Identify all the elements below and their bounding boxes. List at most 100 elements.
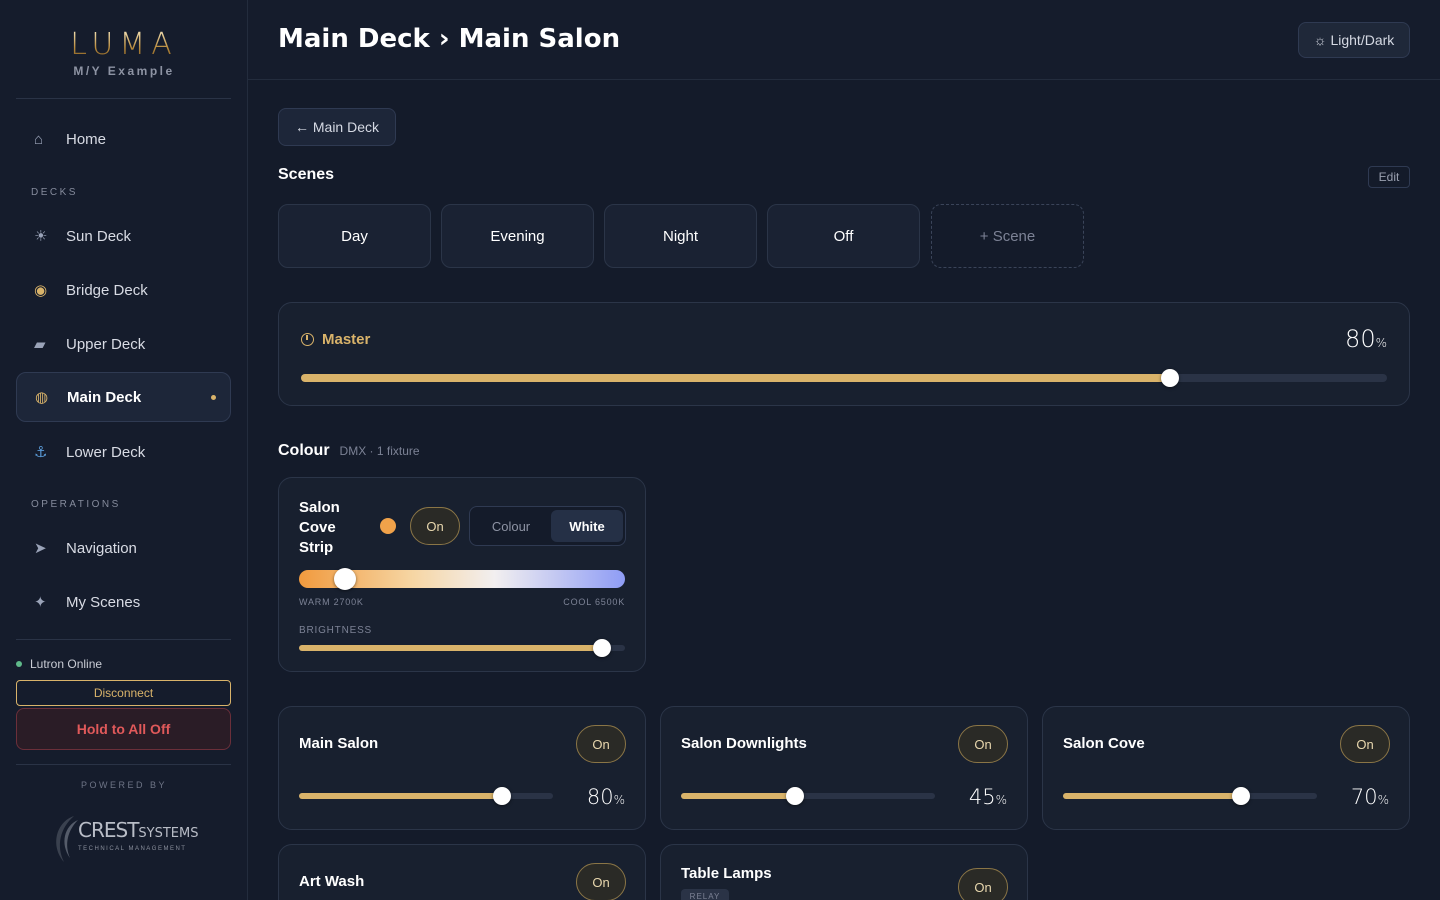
partner-name: CRESTSYSTEMS: [78, 818, 199, 842]
zone-percent: 70%: [1351, 785, 1389, 809]
status-dot-icon: [16, 661, 22, 667]
zone-slider[interactable]: [681, 787, 935, 805]
arrow-icon: ➤: [34, 540, 47, 557]
sidebar-item-lower-deck[interactable]: ⚓ Lower Deck: [16, 427, 231, 477]
master-slider[interactable]: [301, 369, 1387, 387]
sidebar-item-label: My Scenes: [66, 593, 141, 611]
slider-fill: [301, 374, 1170, 382]
sidebar-item-main-deck[interactable]: ◍ Main Deck: [16, 372, 231, 422]
sidebar-item-label: Upper Deck: [66, 335, 146, 353]
scenes-title: Scenes: [278, 166, 335, 183]
sidebar-item-navigation[interactable]: ➤ Navigation: [16, 523, 231, 573]
slider-handle[interactable]: [493, 787, 512, 805]
zone-card-main-salon: Main Salon On 80%: [278, 706, 646, 830]
zone-name: Salon Cove: [1063, 735, 1145, 752]
scene-night-button[interactable]: Night: [604, 204, 757, 268]
fixture-name-line: Cove: [299, 519, 336, 536]
powered-by-label: POWERED BY: [80, 780, 167, 790]
fixture-on-button[interactable]: On: [410, 507, 460, 545]
slider-handle[interactable]: [786, 787, 805, 805]
zone-unit: %: [1377, 793, 1389, 807]
slider-fill: [299, 793, 503, 799]
status-text: Lutron Online: [30, 657, 103, 671]
vessel-name: M/Y Example: [73, 64, 175, 78]
zone-on-button[interactable]: On: [576, 863, 626, 900]
slider-handle[interactable]: [1160, 369, 1179, 387]
master-value: 80: [1345, 325, 1376, 353]
scene-day-button[interactable]: Day: [278, 204, 431, 268]
fixture-name-line: Strip: [299, 539, 334, 556]
sidebar-item-upper-deck[interactable]: ▰ Upper Deck: [16, 319, 231, 369]
cool-label: COOL 6500K: [563, 597, 625, 607]
zone-card-table-lamps: Table Lamps RELAY On: [660, 844, 1028, 900]
zone-on-button[interactable]: On: [576, 725, 626, 763]
zone-slider[interactable]: [1063, 787, 1317, 805]
partner-name-main: CREST: [78, 818, 139, 842]
zone-unit: %: [995, 793, 1007, 807]
sidebar-divider: [16, 639, 231, 640]
power-icon: [301, 333, 314, 346]
dining-icon: ◍: [35, 389, 49, 406]
brightness-slider[interactable]: [299, 639, 625, 657]
slider-fill: [681, 793, 796, 799]
zone-card-art-wash: Art Wash On: [278, 844, 646, 900]
sidebar-item-my-scenes[interactable]: ✦ My Scenes: [16, 577, 231, 627]
crest-systems-logo: CRESTSYSTEMS TECHNICAL MANAGEMENT: [48, 812, 199, 864]
sidebar-item-label: Bridge Deck: [66, 281, 148, 299]
connection-status: Lutron Online: [16, 657, 102, 671]
zone-on-button[interactable]: On: [958, 725, 1008, 763]
colour-swatch[interactable]: [380, 518, 396, 534]
relay-badge: RELAY: [681, 889, 729, 900]
disconnect-button[interactable]: Disconnect: [16, 680, 231, 706]
sidebar-item-label: Navigation: [66, 539, 137, 557]
boat-icon: ▰: [34, 336, 46, 353]
scene-evening-button[interactable]: Evening: [441, 204, 594, 268]
slider-handle[interactable]: [1231, 787, 1250, 805]
colour-title-text: Colour: [278, 442, 330, 459]
sidebar-item-label: Sun Deck: [66, 227, 132, 245]
section-heading-decks: DECKS: [31, 187, 78, 198]
sparkle-icon: ✦: [34, 594, 47, 611]
colour-fixture-card: Salon Cove Strip On Colour White WARM 27…: [278, 477, 646, 672]
slider-fill: [1063, 793, 1241, 799]
sidebar-divider: [16, 764, 231, 765]
master-label-text: Master: [322, 331, 371, 348]
sun-icon: ☀: [34, 228, 48, 245]
scene-off-button[interactable]: Off: [767, 204, 920, 268]
anchor-icon: ⚓: [34, 444, 48, 461]
sidebar-item-home[interactable]: ⌂ Home: [16, 114, 231, 164]
zone-unit: %: [613, 793, 625, 807]
luma-logo: LUMA M/Y Example: [0, 30, 248, 79]
edit-scenes-button[interactable]: Edit: [1368, 166, 1410, 188]
active-indicator: [211, 395, 216, 400]
mode-colour-option[interactable]: Colour: [473, 510, 549, 542]
master-label: Master: [301, 331, 370, 348]
slider-handle[interactable]: [593, 639, 612, 657]
mode-white-option[interactable]: White: [551, 510, 623, 542]
partner-name-suffix: SYSTEMS: [138, 826, 199, 841]
zone-name: Art Wash: [299, 873, 365, 890]
back-button[interactable]: ← Main Deck: [278, 108, 396, 146]
home-icon: ⌂: [34, 130, 44, 148]
partner-tagline: TECHNICAL MANAGEMENT: [78, 846, 187, 852]
all-off-button[interactable]: Hold to All Off: [16, 708, 231, 750]
sidebar-item-bridge-deck[interactable]: ◉ Bridge Deck: [16, 265, 231, 315]
zone-value: 45: [968, 785, 996, 809]
add-scene-button[interactable]: + Scene: [931, 204, 1084, 268]
zone-name: Table Lamps: [681, 865, 772, 882]
colour-temperature-slider[interactable]: [299, 568, 625, 590]
fixture-name: Salon Cove Strip: [299, 498, 340, 558]
zone-name: Salon Downlights: [681, 735, 807, 752]
compass-icon: ◉: [34, 282, 48, 299]
zone-on-button[interactable]: On: [958, 868, 1008, 900]
theme-toggle-button[interactable]: ☼ Light/Dark: [1298, 22, 1410, 58]
colour-subtitle: DMX · 1 fixture: [339, 444, 420, 458]
sidebar-item-sun-deck[interactable]: ☀ Sun Deck: [16, 211, 231, 261]
zone-percent: 45%: [969, 785, 1007, 809]
zone-card-salon-cove: Salon Cove On 70%: [1042, 706, 1410, 830]
slider-handle[interactable]: [333, 568, 356, 590]
zone-slider[interactable]: [299, 787, 553, 805]
zone-on-button[interactable]: On: [1340, 725, 1390, 763]
zone-name: Main Salon: [299, 735, 379, 752]
colour-title: Colour DMX · 1 fixture: [278, 442, 420, 460]
